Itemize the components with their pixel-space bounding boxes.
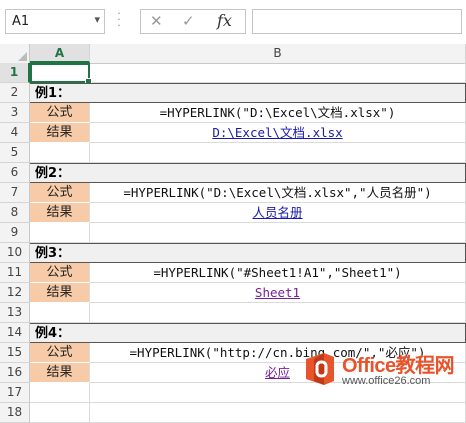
row-header[interactable]: 8: [0, 203, 30, 223]
cell-b[interactable]: [90, 223, 466, 243]
office26-watermark: Office教程网 www.office26.com: [302, 347, 464, 395]
cell-b[interactable]: =HYPERLINK("D:\Excel\文档.xlsx","人员名册"): [90, 183, 466, 203]
name-box[interactable]: A1 ▾: [5, 9, 105, 34]
label-cell[interactable]: 公式: [30, 183, 90, 203]
formula-input[interactable]: [252, 9, 462, 34]
column-header-row: A B: [0, 44, 466, 64]
row-header[interactable]: 16: [0, 363, 30, 383]
cell-b[interactable]: [90, 163, 466, 183]
formula-text: =HYPERLINK("D:\Excel\文档.xlsx"): [159, 105, 396, 120]
select-all-corner[interactable]: [0, 44, 30, 63]
grip-dots-icon[interactable]: · · ·: [116, 8, 122, 31]
hyperlink-result[interactable]: Sheet1: [255, 285, 300, 300]
confirm-icon[interactable]: ✓: [182, 12, 195, 30]
example-title-cell[interactable]: 例1：: [30, 83, 90, 103]
cell-b[interactable]: =HYPERLINK("#Sheet1!A1","Sheet1"): [90, 263, 466, 283]
label-cell[interactable]: 公式: [30, 263, 90, 283]
cell-b[interactable]: [90, 403, 466, 423]
insert-function-icon[interactable]: fx: [217, 11, 232, 30]
row-header[interactable]: 11: [0, 263, 30, 283]
cell-b[interactable]: 人员名册: [90, 203, 466, 223]
sheet-row: 13: [0, 303, 466, 323]
cell-b[interactable]: Sheet1: [90, 283, 466, 303]
example-title-cell[interactable]: 例3：: [30, 243, 90, 263]
example-title-cell[interactable]: 例4：: [30, 323, 90, 343]
cell-a[interactable]: [30, 223, 90, 243]
row-header[interactable]: 2: [0, 83, 30, 103]
row-header[interactable]: 5: [0, 143, 30, 163]
cell-b[interactable]: =HYPERLINK("D:\Excel\文档.xlsx"): [90, 103, 466, 123]
row-header[interactable]: 7: [0, 183, 30, 203]
cell-b[interactable]: [90, 143, 466, 163]
chevron-down-icon[interactable]: ▾: [94, 13, 100, 26]
cell-b[interactable]: [90, 323, 466, 343]
cell-a[interactable]: [30, 383, 90, 403]
column-header-b[interactable]: B: [90, 44, 466, 63]
hyperlink-result[interactable]: 人员名册: [252, 205, 302, 220]
row-header[interactable]: 3: [0, 103, 30, 123]
sheet-row: 8 结果 人员名册: [0, 203, 466, 223]
sheet-row: 4 结果 D:\Excel\文档.xlsx: [0, 123, 466, 143]
label-cell[interactable]: 结果: [30, 203, 90, 223]
sheet-row: 3 公式 =HYPERLINK("D:\Excel\文档.xlsx"): [0, 103, 466, 123]
cancel-icon[interactable]: ✕: [150, 12, 163, 30]
cell-a[interactable]: [30, 303, 90, 323]
cell-a[interactable]: [30, 143, 90, 163]
row-header[interactable]: 9: [0, 223, 30, 243]
formula-text: =HYPERLINK("#Sheet1!A1","Sheet1"): [153, 265, 402, 280]
row-header[interactable]: 14: [0, 323, 30, 343]
column-header-a[interactable]: A: [30, 44, 90, 63]
label-cell[interactable]: 结果: [30, 283, 90, 303]
label-cell[interactable]: 结果: [30, 123, 90, 143]
watermark-title: Office教程网: [342, 355, 455, 377]
formula-text: =HYPERLINK("D:\Excel\文档.xlsx","人员名册"): [123, 185, 432, 200]
label-cell[interactable]: 结果: [30, 363, 90, 383]
office-logo-icon: [306, 353, 334, 385]
row-header[interactable]: 12: [0, 283, 30, 303]
name-box-value: A1: [12, 14, 30, 29]
sheet-row: 7 公式 =HYPERLINK("D:\Excel\文档.xlsx","人员名册"): [0, 183, 466, 203]
row-header[interactable]: 4: [0, 123, 30, 143]
label-cell[interactable]: 公式: [30, 343, 90, 363]
spreadsheet-grid: A B 1 2 例1： 3 公式 =HYPERLINK("D:\Excel\文档.xlsx…: [0, 44, 466, 423]
cell-b[interactable]: [90, 243, 466, 263]
sheet-row: 10 例3：: [0, 243, 466, 263]
row-header[interactable]: 10: [0, 243, 30, 263]
cell-b[interactable]: [90, 83, 466, 103]
row-header[interactable]: 1: [0, 63, 30, 83]
sheet-row: 18: [0, 403, 466, 423]
row-header[interactable]: 6: [0, 163, 30, 183]
sheet-row: 2 例1：: [0, 83, 466, 103]
formula-buttons: ✕ ✓ fx: [140, 9, 246, 34]
sheet-row: 11 公式 =HYPERLINK("#Sheet1!A1","Sheet1"): [0, 263, 466, 283]
sheet-row: 6 例2：: [0, 163, 466, 183]
watermark-url: www.office26.com: [342, 375, 431, 387]
cell-a[interactable]: [30, 403, 90, 423]
row-header[interactable]: 18: [0, 403, 30, 423]
label-cell[interactable]: 公式: [30, 103, 90, 123]
row-header[interactable]: 17: [0, 383, 30, 403]
cell-b[interactable]: [90, 63, 466, 83]
sheet-row: 1: [0, 63, 466, 85]
row-header[interactable]: 13: [0, 303, 30, 323]
active-cell-selection: [30, 63, 92, 85]
formula-bar: A1 ▾ · · · ✕ ✓ fx: [0, 0, 466, 45]
example-title-cell[interactable]: 例2：: [30, 163, 90, 183]
sheet-row: 9: [0, 223, 466, 243]
hyperlink-result[interactable]: D:\Excel\文档.xlsx: [212, 125, 342, 140]
cell-b[interactable]: [90, 303, 466, 323]
cell-b[interactable]: D:\Excel\文档.xlsx: [90, 123, 466, 143]
sheet-row: 5: [0, 143, 466, 163]
row-header[interactable]: 15: [0, 343, 30, 363]
hyperlink-result[interactable]: 必应: [265, 365, 290, 380]
sheet-row: 12 结果 Sheet1: [0, 283, 466, 303]
sheet-row: 14 例4：: [0, 323, 466, 343]
